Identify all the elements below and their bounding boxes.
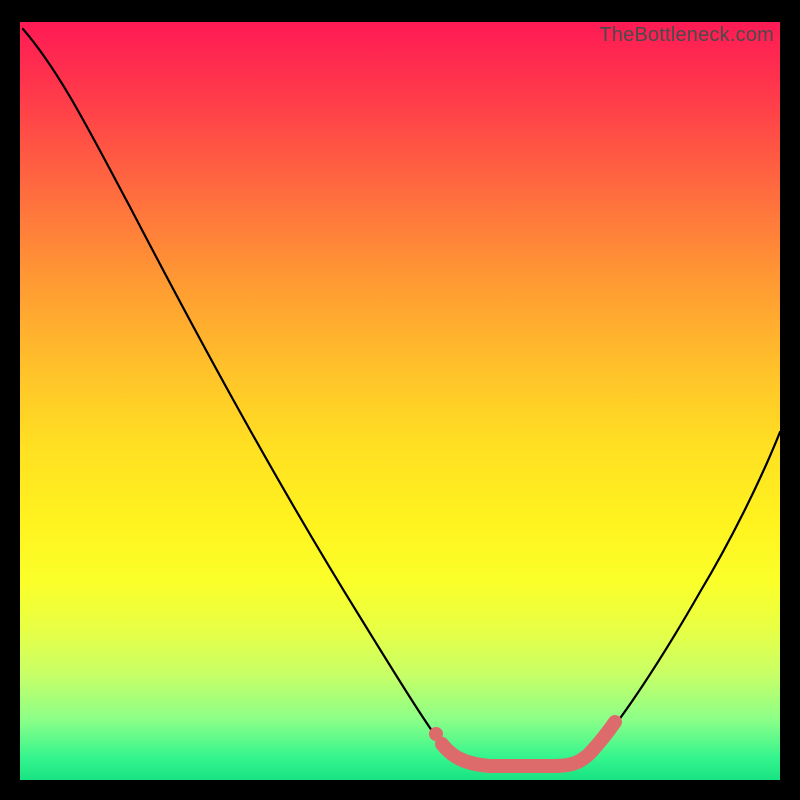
highlight-band (442, 722, 615, 766)
highlight-start-dot (429, 727, 443, 741)
chart-frame: TheBottleneck.com (20, 22, 780, 780)
chart-svg (20, 22, 780, 780)
bottleneck-curve (23, 29, 780, 767)
